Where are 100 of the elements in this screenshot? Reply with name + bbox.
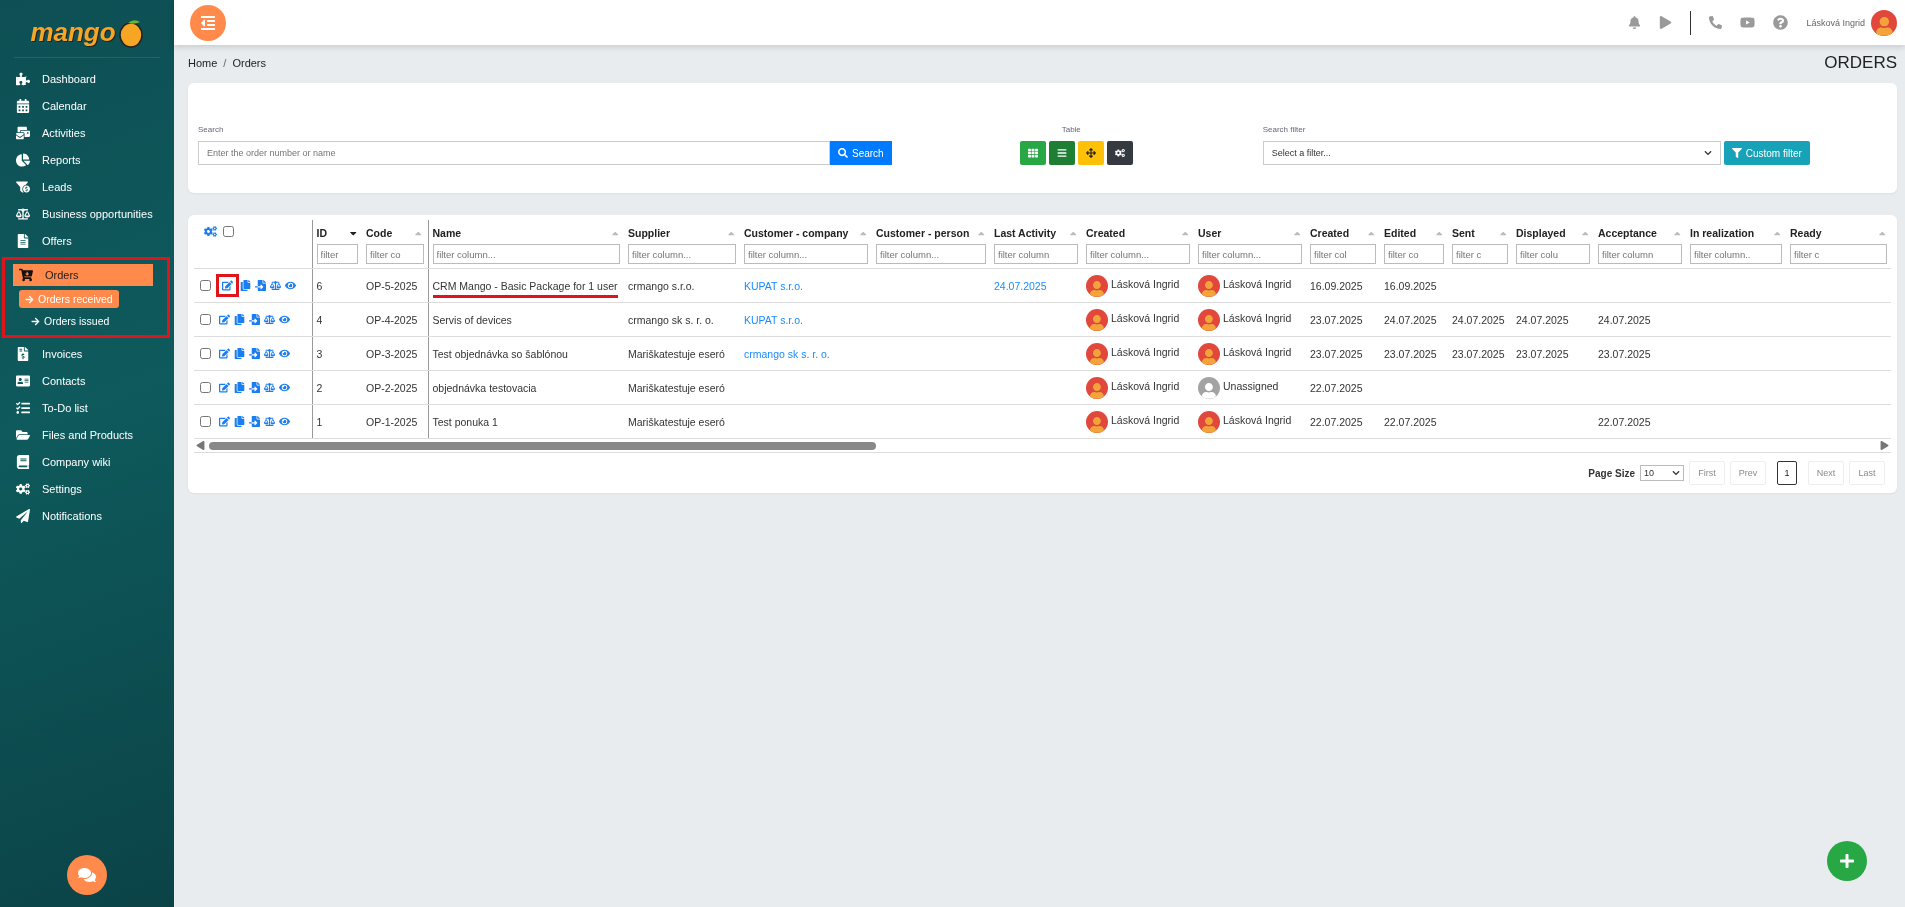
column-filter-field[interactable]: filter c [1452,244,1508,264]
nav-item[interactable]: Offers [10,230,174,252]
column-header[interactable]: Created [1086,227,1126,239]
nav-item[interactable]: Reports [10,149,174,171]
breadcrumb-link[interactable]: Home [188,57,218,69]
column-filter-field[interactable]: filter col [1310,244,1376,264]
nav-item[interactable]: Files and Products [10,424,174,446]
column-filter-field[interactable]: filter c [1790,244,1887,264]
nav-item[interactable]: Contacts [10,370,174,392]
column-filter-field[interactable]: filter co [366,244,424,264]
video-icon[interactable] [1740,15,1756,30]
scroll-right-icon[interactable] [1880,441,1889,450]
submenu-item[interactable]: Orders issued [25,312,116,330]
row-checkbox[interactable] [200,314,211,325]
search-field[interactable]: Enter the order number or name [198,141,830,165]
nav-item[interactable]: Business opportunities [10,203,174,225]
move-icon [1085,148,1096,158]
scroll-left-icon[interactable] [196,441,205,450]
supplier-text: crmango sk s. r. o. [628,313,714,328]
column-header[interactable]: Customer - company [744,227,849,239]
scroll-thumb[interactable] [209,441,876,450]
first-page-button[interactable]: First [1689,461,1725,485]
customer-link[interactable]: KUPAT s.r.o. [744,279,803,292]
column-header[interactable]: User [1198,227,1222,239]
nav-item[interactable]: Dashboard [10,68,174,90]
grid-view-button[interactable] [1019,141,1046,165]
horizontal-scrollbar[interactable] [194,439,1891,453]
page-button[interactable]: 1 [1777,461,1797,485]
nav-item[interactable]: Notifications [10,505,174,527]
breadcrumb-link[interactable]: Orders [232,57,267,69]
bell-icon[interactable] [1628,16,1642,29]
last-page-button[interactable]: Last [1849,461,1885,485]
nav-item[interactable]: Leads [10,176,174,198]
row-checkbox[interactable] [200,280,211,291]
nav-item[interactable]: Company wiki [10,451,174,473]
column-header[interactable]: Created [1310,227,1350,239]
grid-icon [1027,148,1038,158]
nav-item[interactable]: Calendar [10,95,174,117]
column-header[interactable]: Sent [1452,227,1475,239]
phone-icon[interactable] [1709,16,1723,29]
activity-date-link[interactable]: 24.07.2025 [994,279,1047,292]
nav-item[interactable]: Activities [10,122,174,144]
list-icon [1056,148,1067,158]
logo-text: mango [30,17,116,48]
play-icon[interactable] [1659,16,1673,29]
page-size-select[interactable]: 10 [1640,465,1684,481]
column-filter-field[interactable]: filter column [1598,244,1682,264]
column-filter-field[interactable]: filter [316,244,358,264]
column-filter-field[interactable]: filter column... [1086,244,1190,264]
nav-item[interactable]: Orders [13,264,153,286]
user-name: Lásková Ingrid [1223,312,1292,326]
search-button[interactable]: Search [830,141,892,165]
row-checkbox[interactable] [200,416,211,427]
select-all-checkbox[interactable] [223,226,234,237]
column-filter-field[interactable]: filter column... [744,244,868,264]
id-text: 6 [316,279,323,294]
column-header[interactable]: Ready [1790,227,1822,239]
column-filter-field[interactable]: filter column... [876,244,986,264]
column-header[interactable]: Customer - person [876,227,970,239]
column-header[interactable]: In realization [1690,227,1755,239]
prev-page-button[interactable]: Prev [1730,461,1766,485]
column-filter-field[interactable]: filter column [994,244,1078,264]
column-filter-field[interactable]: filter column... [1198,244,1302,264]
column-header[interactable]: Name [432,227,462,239]
add-button[interactable] [1827,841,1867,881]
nav-item[interactable]: Invoices [10,343,174,365]
creator-name: Lásková Ingrid [1111,278,1180,292]
edit-icon[interactable] [219,277,236,294]
page-title: ORDERS [1824,53,1897,73]
settings-button[interactable] [1106,141,1133,165]
column-header[interactable]: Displayed [1516,227,1566,239]
nav-item[interactable]: Settings [10,478,174,500]
help-icon[interactable] [1773,15,1789,30]
date-text: 22.07.2025 [1310,415,1363,430]
nav-item[interactable]: To-Do list [10,397,174,419]
order-code: OP-3-2025 [366,347,418,362]
list-view-button[interactable] [1048,141,1075,165]
row-checkbox[interactable] [200,348,211,359]
move-button[interactable] [1077,141,1104,165]
column-header[interactable]: Last Activity [994,227,1057,239]
avatar-icon [1086,308,1108,331]
customer-link[interactable]: crmango sk s. r. o. [744,347,830,360]
column-header[interactable]: Acceptance [1598,227,1657,239]
chat-button[interactable] [67,855,107,895]
column-header[interactable]: Edited [1384,227,1417,239]
column-filter-field[interactable]: filter column.. [1690,244,1782,264]
column-filter-field[interactable]: filter colu [1516,244,1590,264]
customer-link[interactable]: KUPAT s.r.o. [744,313,803,326]
column-header[interactable]: ID [316,227,327,239]
row-checkbox[interactable] [200,382,211,393]
user-name[interactable]: Lásková Ingrid [1806,17,1865,28]
column-filter-field[interactable]: filter column... [432,244,620,264]
settings-icon[interactable] [204,225,217,238]
date-text: 24.07.2025 [1598,313,1651,328]
column-header[interactable]: Supplier [628,227,670,239]
column-header[interactable]: Code [366,227,393,239]
column-filter-field[interactable]: filter column... [628,244,736,264]
filter-select[interactable]: Select a filter... [1262,141,1721,165]
column-filter-field[interactable]: filter co [1384,244,1444,264]
menu-toggle-button[interactable] [190,4,226,41]
